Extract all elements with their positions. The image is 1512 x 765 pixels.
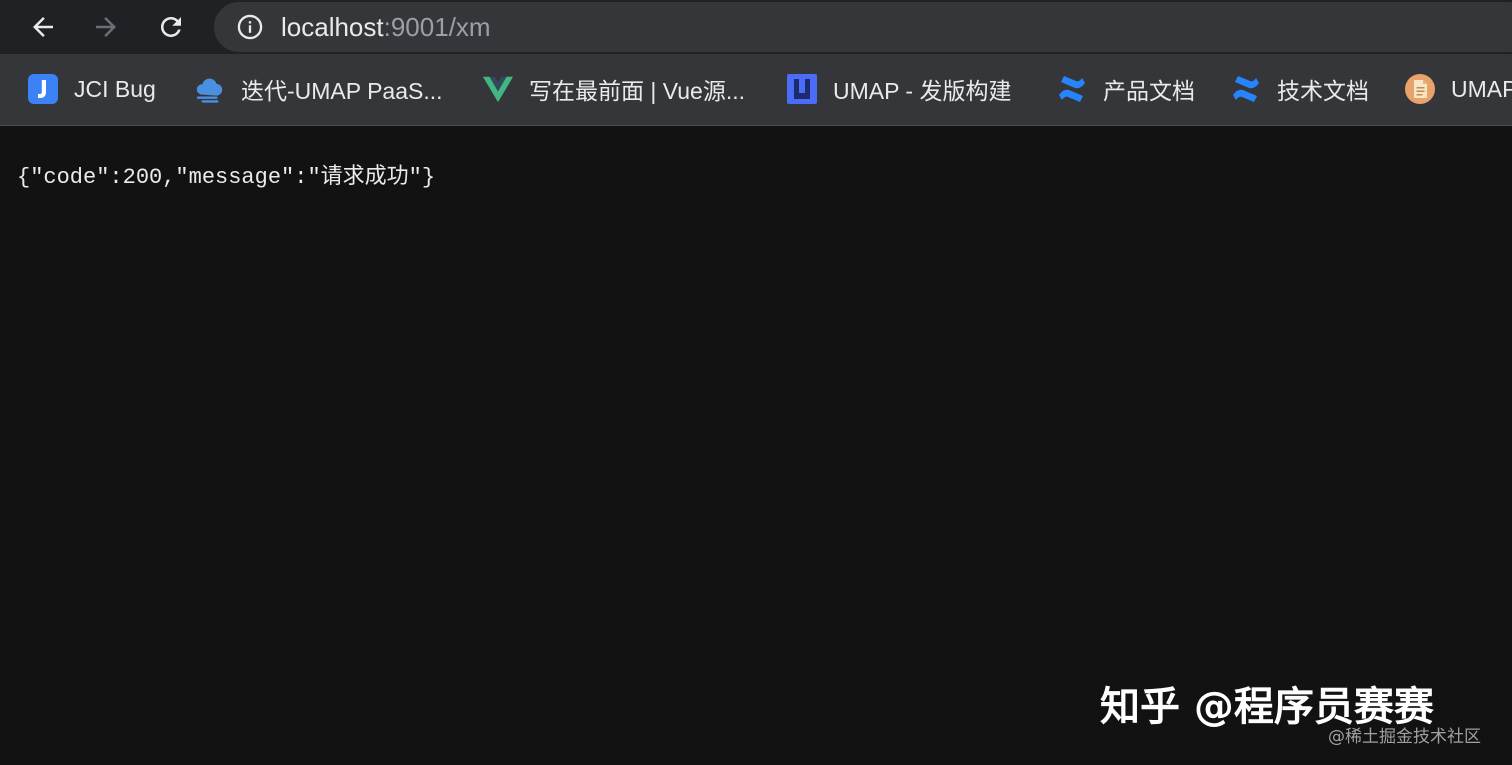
bookmark-label: 写在最前面 | Vue源...	[529, 78, 745, 104]
arrow-right-icon	[96, 17, 116, 37]
vue-logo-icon	[482, 73, 514, 105]
cloud-icon	[194, 73, 226, 105]
url-text[interactable]: localhost:9001/xm	[281, 12, 491, 42]
address-bar[interactable]: localhost:9001/xm	[214, 2, 1512, 52]
bookmark-jci-bug[interactable]: JCI Bug	[27, 71, 156, 107]
bookmark-umap[interactable]: UMAP	[1404, 71, 1512, 107]
bookmark-umap-paas[interactable]: 迭代-UMAP PaaS...	[194, 71, 443, 107]
bookmark-label: UMAP - 发版构建	[833, 78, 1012, 104]
reload-icon	[161, 17, 181, 37]
bookmark-vue-source[interactable]: 写在最前面 | Vue源...	[482, 71, 745, 107]
arrow-left-icon	[33, 17, 53, 37]
bookmark-tech-docs[interactable]: 技术文档	[1230, 71, 1369, 107]
back-button[interactable]	[23, 7, 63, 47]
u-logo-icon	[786, 73, 818, 105]
confluence-icon	[1230, 73, 1262, 105]
confluence-icon	[1056, 73, 1088, 105]
bookmark-label: JCI Bug	[74, 75, 156, 102]
bookmark-label: UMAP	[1451, 75, 1512, 102]
bookmark-label: 产品文档	[1103, 78, 1195, 104]
bookmark-label: 技术文档	[1277, 78, 1369, 104]
bookmark-label: 迭代-UMAP PaaS...	[241, 78, 443, 104]
url-path: :9001/xm	[383, 12, 491, 42]
juejin-watermark: @稀土掘金技术社区	[1328, 727, 1481, 747]
document-icon	[1404, 73, 1436, 105]
bookmark-umap-release[interactable]: UMAP - 发版构建	[786, 71, 1011, 107]
json-response: {"code":200,"message":"请求成功"}	[17, 165, 436, 190]
browser-toolbar: localhost:9001/xm	[0, 0, 1512, 54]
forward-button[interactable]	[86, 7, 126, 47]
reload-button[interactable]	[151, 7, 191, 47]
url-host: localhost	[281, 12, 384, 42]
bookmarks-bar: JCI Bug 迭代-UMAP PaaS... 写在最前面 | Vue源...	[0, 54, 1512, 126]
page-content: {"code":200,"message":"请求成功"} 知乎 @程序员赛赛 …	[0, 126, 1512, 765]
info-icon[interactable]	[236, 13, 264, 41]
j-badge-icon	[27, 73, 59, 105]
bookmark-product-docs[interactable]: 产品文档	[1056, 71, 1195, 107]
